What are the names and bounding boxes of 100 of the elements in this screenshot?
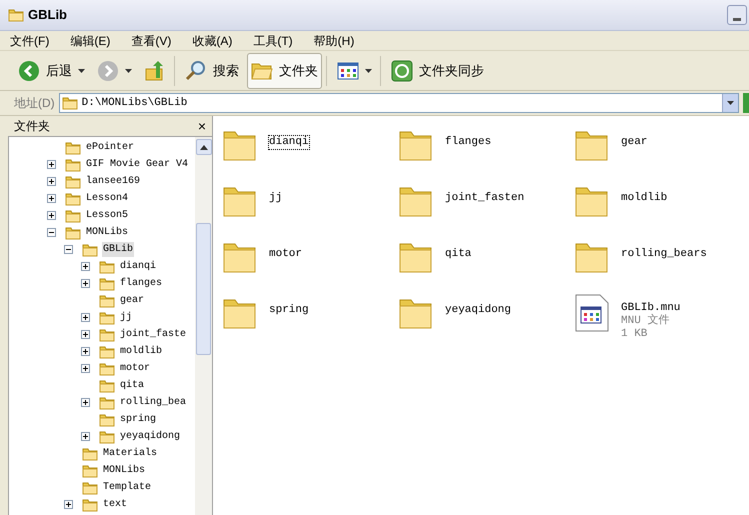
scroll-thumb[interactable] (196, 223, 211, 355)
tree-item[interactable]: joint_faste (119, 327, 188, 342)
folder-icon (99, 328, 115, 342)
tree-item[interactable]: MONLibs (85, 225, 130, 240)
sync-icon (391, 60, 413, 82)
tree-item[interactable]: Lesson4 (85, 191, 130, 206)
folder-icon (65, 192, 81, 206)
pane-title: 文件夹 (14, 118, 50, 135)
expand-toggle[interactable] (64, 500, 73, 509)
folder-icon (99, 362, 115, 376)
toolbar-button[interactable]: 后退 (14, 52, 89, 88)
folder-icon (65, 158, 81, 172)
expand-toggle[interactable] (81, 398, 90, 407)
scrollbar[interactable] (195, 137, 212, 515)
tree-item[interactable]: rolling_bea (119, 395, 188, 410)
expand-toggle[interactable] (81, 262, 90, 271)
toolbar-button[interactable]: 文件夹同步 (387, 52, 488, 88)
folder-icon (62, 96, 78, 110)
caret-icon (365, 68, 372, 72)
minimize-icon (733, 18, 741, 21)
caret-icon (727, 101, 734, 105)
tree-item[interactable]: GBLib (102, 242, 134, 257)
file-name[interactable]: GBLIb.mnu (621, 302, 680, 315)
folder-icon (99, 396, 115, 410)
expand-toggle[interactable] (47, 211, 56, 220)
tree-item[interactable]: gear (119, 293, 146, 308)
tree-item[interactable]: dianqi (119, 259, 158, 274)
expand-toggle[interactable] (81, 313, 90, 322)
file-name[interactable]: jj (269, 192, 282, 205)
tree-item[interactable]: GIF Movie Gear V4 (85, 157, 190, 172)
collapse-toggle[interactable] (64, 245, 73, 254)
folder-icon (99, 260, 115, 274)
tree-item[interactable]: qita (119, 378, 146, 393)
search-icon (185, 60, 207, 82)
file-name[interactable]: gear (621, 136, 648, 149)
menu-item[interactable]: 工具(T) (253, 32, 293, 50)
expand-toggle[interactable] (81, 347, 90, 356)
expand-toggle[interactable] (47, 160, 56, 169)
dropdown-button[interactable] (722, 94, 738, 112)
folder-icon (99, 310, 115, 324)
expand-toggle[interactable] (81, 279, 90, 288)
file-type: MNU 文件 (621, 315, 670, 328)
folder-icon (82, 446, 98, 460)
folder-icon (99, 412, 115, 426)
file-name[interactable]: joint_fasten (445, 192, 524, 205)
collapse-toggle[interactable] (47, 228, 56, 237)
file-name[interactable]: qita (445, 248, 472, 261)
tree-item[interactable]: jj (119, 310, 134, 325)
tree-item[interactable]: MONLibs (102, 463, 146, 478)
menu-item[interactable]: 编辑(E) (70, 32, 110, 50)
tree-item[interactable]: yeyaqidong (119, 429, 182, 444)
address-field[interactable]: D:\MONLibs\GBLib (58, 93, 739, 113)
tree-item[interactable]: text (102, 497, 128, 512)
expand-toggle[interactable] (81, 330, 90, 339)
folder-icon (99, 276, 115, 290)
menu-item[interactable]: 收藏(A) (192, 32, 232, 50)
folder-icon (65, 174, 81, 188)
folder-icon (65, 140, 81, 154)
tree-item[interactable]: Lesson5 (85, 208, 130, 223)
tree-item[interactable]: flanges (119, 276, 164, 291)
tree-item[interactable]: moldlib (119, 344, 164, 359)
caret-icon (78, 68, 85, 72)
folder-up-icon (144, 60, 166, 82)
window-title: GBLib (28, 6, 67, 24)
file-name[interactable]: moldlib (621, 192, 668, 205)
tree-item[interactable]: ePointer (85, 140, 136, 155)
toolbar-button[interactable]: 搜索 (181, 52, 243, 88)
address-label: 地址(D) (14, 95, 55, 112)
file-name[interactable]: rolling_bears (621, 248, 707, 261)
menu-item[interactable]: 帮助(H) (314, 32, 354, 50)
close-button[interactable]: × (198, 119, 206, 133)
expand-toggle[interactable] (47, 177, 56, 186)
expand-toggle[interactable] (81, 432, 90, 441)
toolbar-button[interactable]: 文件夹 (247, 52, 322, 88)
file-name[interactable]: flanges (445, 136, 492, 149)
views-grid-icon (337, 62, 359, 80)
file-size: 1 KB (621, 328, 648, 341)
file-name[interactable]: motor (269, 248, 302, 261)
folder-icon (99, 430, 115, 444)
tree-item[interactable]: spring (119, 412, 158, 427)
tree-item[interactable]: lansee169 (85, 174, 142, 189)
tree-item[interactable]: Materials (102, 446, 158, 461)
folder-icon (99, 294, 115, 308)
menu-item[interactable]: 查看(V) (131, 32, 172, 50)
folder-icon (99, 344, 115, 358)
tree-item[interactable]: Template (102, 480, 152, 495)
file-name[interactable]: yeyaqidong (445, 304, 512, 317)
folder-icon (82, 498, 98, 512)
expand-toggle[interactable] (81, 364, 90, 373)
file-name[interactable]: dianqi (269, 136, 309, 149)
folder-icon (82, 480, 98, 494)
folder-icon (99, 378, 115, 392)
file-name[interactable]: spring (269, 304, 309, 317)
scroll-up-icon (200, 144, 208, 150)
folder-icon (65, 208, 81, 222)
expand-toggle[interactable] (47, 194, 56, 203)
caret-icon (125, 68, 132, 72)
tree-item[interactable]: motor (119, 361, 152, 376)
minimize-button[interactable] (727, 5, 747, 25)
menu-item[interactable]: 文件(F) (10, 32, 50, 50)
